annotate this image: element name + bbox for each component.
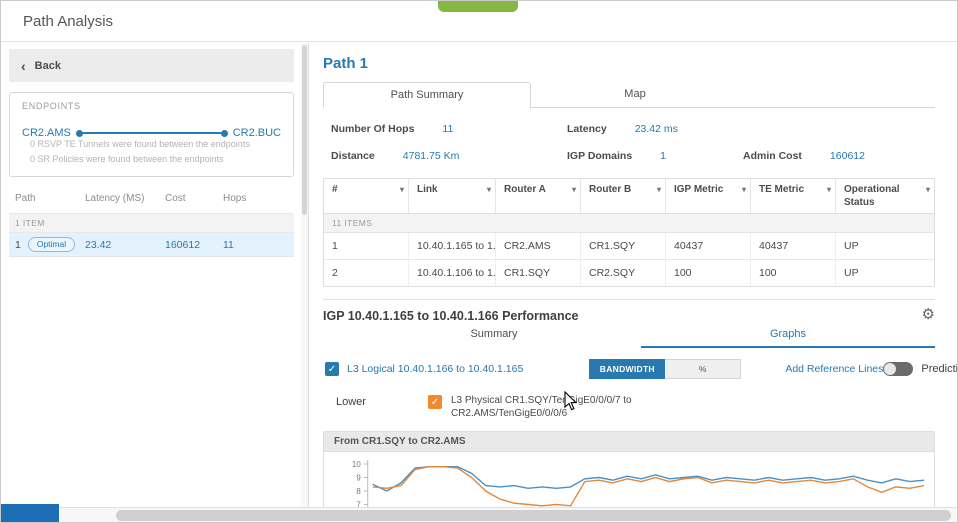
- l3-physical-label: L3 Physical CR1.SQY/TenGigE0/0/0/7 to CR…: [450, 395, 632, 419]
- lower-label: Lower: [336, 396, 366, 408]
- col-latency: Latency (MS): [85, 193, 145, 204]
- svg-text:10: 10: [352, 460, 361, 469]
- sr-policy-note: 0 SR Policies were found between the end…: [30, 154, 224, 164]
- stat-hops: Number Of Hops 11: [331, 123, 454, 135]
- endpoint-from: CR2.AMS: [22, 127, 71, 139]
- top-green-tab[interactable]: [438, 1, 518, 12]
- endpoint-to-dot: [220, 129, 228, 137]
- rsvp-note: 0 RSVP TE Tunnels were found between the…: [30, 139, 250, 149]
- col-te-metric[interactable]: TE Metric ▾: [751, 179, 836, 214]
- stat-igp-domains: IGP Domains 1: [567, 150, 667, 162]
- link-row[interactable]: 2 10.40.1.106 to 1... CR1.SQY CR2.SQY 10…: [324, 260, 934, 286]
- path-title: Path 1: [323, 55, 369, 72]
- tab-summary[interactable]: Summary: [347, 324, 641, 348]
- path-cell: 1 Optimal: [15, 236, 85, 253]
- toggle-knob: [884, 363, 897, 375]
- tab-path-summary[interactable]: Path Summary: [323, 82, 531, 109]
- col-operational-status[interactable]: Operational Status ▾: [836, 179, 934, 214]
- links-count-band: 11 ITEMS: [324, 214, 934, 233]
- col-router-b[interactable]: Router B ▾: [581, 179, 666, 214]
- path-latency: 23.42: [85, 238, 112, 251]
- chevron-down-icon[interactable]: ▾: [657, 185, 661, 195]
- col-router-a[interactable]: Router A ▾: [496, 179, 581, 214]
- l3-logical-checkbox[interactable]: ✓: [325, 362, 339, 376]
- back-chevron-icon: ‹: [21, 57, 26, 74]
- svg-text:8: 8: [356, 487, 361, 496]
- unit-segmented-control: BANDWIDTH %: [589, 359, 742, 379]
- prediction-control: Prediction: [883, 362, 957, 376]
- check-icon: ✓: [430, 396, 440, 408]
- bandwidth-button[interactable]: BANDWIDTH: [589, 359, 666, 379]
- add-reference-lines-link[interactable]: Add Reference Lines: [785, 363, 883, 375]
- col-cost: Cost: [165, 193, 186, 204]
- path-analysis-window: Path Analysis ‹ Back ENDPOINTS CR2.AMS C…: [0, 0, 958, 523]
- l3-physical-checkbox[interactable]: ✓: [427, 395, 442, 409]
- chevron-down-icon[interactable]: ▾: [572, 185, 576, 195]
- bottom-left-blue-element: [1, 504, 59, 522]
- path-hops: 11: [223, 238, 234, 251]
- stat-distance: Distance 4781.75 Km: [331, 150, 460, 162]
- chart-body: 109876Gbps: [324, 452, 934, 507]
- stat-latency: Latency 23.42 ms: [567, 123, 678, 135]
- path-cost: 160612: [165, 238, 201, 251]
- left-panel: ‹ Back ENDPOINTS CR2.AMS CR2.BUC 0 RSVP …: [1, 43, 309, 507]
- performance-section: IGP 10.40.1.165 to 10.40.1.166 Performan…: [323, 299, 957, 507]
- endpoints-path-visual: CR2.AMS CR2.BUC: [22, 127, 281, 139]
- links-table-header: # ▾ Link ▾ Router A ▾ Router B ▾ IGP Metric ▾…: [324, 179, 934, 214]
- paths-count-band: 1 ITEM: [9, 213, 294, 233]
- paths-table-header: Path Latency (MS) Cost Hops: [9, 193, 294, 213]
- prediction-label: Prediction: [921, 363, 957, 375]
- tab-graphs[interactable]: Graphs: [641, 324, 935, 348]
- performance-chart: 109876Gbps: [333, 460, 925, 507]
- performance-tabbar: Summary Graphs: [347, 324, 935, 348]
- chevron-down-icon[interactable]: ▾: [400, 185, 404, 195]
- performance-title: IGP 10.40.1.165 to 10.40.1.166 Performan…: [323, 309, 579, 323]
- performance-chart-card: From CR1.SQY to CR2.AMS 109876Gbps: [323, 431, 935, 507]
- optimal-badge: Optimal: [27, 236, 76, 253]
- path-number: 1: [15, 238, 21, 251]
- percent-button[interactable]: %: [665, 359, 742, 379]
- horizontal-scrollbar[interactable]: [1, 507, 957, 522]
- prediction-toggle[interactable]: [883, 362, 914, 376]
- check-icon: ✓: [327, 363, 337, 375]
- left-panel-scrollbar-thumb[interactable]: [302, 45, 307, 215]
- col-link[interactable]: Link ▾: [409, 179, 496, 214]
- stat-admin-cost: Admin Cost 160612: [743, 150, 865, 162]
- path-tabbar: Path Summary Map: [323, 82, 935, 109]
- col-hops: Hops: [223, 193, 247, 204]
- left-panel-scrollbar[interactable]: [301, 43, 308, 507]
- graph-controls: ✓ L3 Logical 10.40.1.166 to 10.40.1.165 …: [323, 359, 957, 379]
- l3-logical-label: L3 Logical 10.40.1.166 to 10.40.1.165: [347, 363, 524, 375]
- endpoints-card: ENDPOINTS CR2.AMS CR2.BUC 0 RSVP TE Tunn…: [9, 92, 294, 177]
- lower-row: Lower ✓ L3 Physical CR1.SQY/TenGigE0/0/0…: [323, 394, 935, 420]
- link-row[interactable]: 1 10.40.1.165 to 1... CR2.AMS CR1.SQY 40…: [324, 233, 934, 260]
- content-area: ‹ Back ENDPOINTS CR2.AMS CR2.BUC 0 RSVP …: [1, 43, 957, 507]
- main-panel: Path 1 Path Summary Map Number Of Hops 1…: [309, 43, 957, 507]
- chevron-down-icon[interactable]: ▾: [926, 185, 930, 195]
- chevron-down-icon[interactable]: ▾: [487, 185, 491, 195]
- svg-text:9: 9: [356, 473, 361, 482]
- endpoints-label: ENDPOINTS: [22, 101, 81, 111]
- endpoint-from-dot: [75, 129, 83, 137]
- links-table: # ▾ Link ▾ Router A ▾ Router B ▾ IGP Metric ▾…: [323, 178, 935, 287]
- path-row-selected[interactable]: 1 Optimal 23.42 160612 11: [9, 233, 294, 257]
- page-title: Path Analysis: [23, 13, 114, 30]
- app-header: Path Analysis: [1, 1, 957, 42]
- horizontal-scrollbar-thumb[interactable]: [116, 510, 951, 521]
- endpoint-to: CR2.BUC: [232, 127, 281, 139]
- back-label: Back: [34, 59, 61, 72]
- back-button[interactable]: ‹ Back: [9, 49, 294, 82]
- col-path: Path: [15, 193, 36, 204]
- chevron-down-icon[interactable]: ▾: [742, 185, 746, 195]
- col-igp-metric[interactable]: IGP Metric ▾: [666, 179, 751, 214]
- chart-title: From CR1.SQY to CR2.AMS: [324, 432, 934, 452]
- endpoint-connector-line: [82, 132, 221, 134]
- tab-map[interactable]: Map: [531, 82, 739, 107]
- col-index[interactable]: # ▾: [324, 179, 409, 214]
- gear-icon[interactable]: ⚙: [922, 307, 935, 322]
- path-stats: Number Of Hops 11 Latency 23.42 ms Dista…: [331, 123, 933, 162]
- chevron-down-icon[interactable]: ▾: [827, 185, 831, 195]
